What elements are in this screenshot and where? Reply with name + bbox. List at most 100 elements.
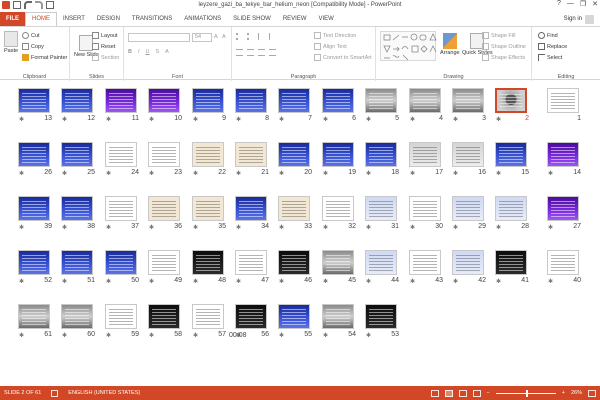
transition-star-icon[interactable]: ✱ bbox=[62, 332, 67, 339]
transition-star-icon[interactable]: ✱ bbox=[548, 278, 553, 285]
slide-thumbnail[interactable] bbox=[18, 196, 50, 221]
slide-thumbnail[interactable] bbox=[61, 196, 93, 221]
font-name-input[interactable] bbox=[128, 33, 190, 42]
slide-thumbnail[interactable] bbox=[192, 196, 224, 221]
shape-effects-button[interactable]: Shape Effects bbox=[482, 54, 525, 61]
transition-star-icon[interactable]: ✱ bbox=[279, 278, 284, 285]
slide-thumbnail[interactable] bbox=[18, 88, 50, 113]
normal-view-icon[interactable] bbox=[430, 389, 439, 397]
convert-smartart-button[interactable]: Convert to SmartArt bbox=[314, 54, 372, 61]
transition-star-icon[interactable]: ✱ bbox=[106, 332, 111, 339]
slide-thumbnail[interactable] bbox=[192, 250, 224, 275]
slide-thumbnail[interactable] bbox=[547, 250, 579, 275]
slide-thumbnail[interactable] bbox=[148, 250, 180, 275]
transition-star-icon[interactable]: ✱ bbox=[193, 116, 198, 123]
transition-star-icon[interactable]: ✱ bbox=[279, 170, 284, 177]
transition-star-icon[interactable]: ✱ bbox=[496, 116, 501, 123]
zoom-out-button[interactable]: − bbox=[487, 390, 490, 396]
slide-thumbnail[interactable] bbox=[105, 196, 137, 221]
transition-star-icon[interactable]: ✱ bbox=[410, 278, 415, 285]
slide-thumbnail[interactable] bbox=[235, 196, 267, 221]
slide-thumbnail[interactable] bbox=[322, 88, 354, 113]
transition-star-icon[interactable]: ✱ bbox=[19, 224, 24, 231]
transition-star-icon[interactable]: ✱ bbox=[236, 170, 241, 177]
slide-thumbnail[interactable] bbox=[235, 88, 267, 113]
help-button[interactable]: ? bbox=[557, 0, 561, 8]
bold-button[interactable]: B bbox=[128, 49, 132, 55]
slide-thumbnail[interactable] bbox=[322, 250, 354, 275]
strikethrough-button[interactable]: S bbox=[156, 49, 160, 55]
transition-star-icon[interactable]: ✱ bbox=[548, 224, 553, 231]
shape-fill-button[interactable]: Shape Fill bbox=[482, 32, 515, 39]
transition-star-icon[interactable]: ✱ bbox=[193, 224, 198, 231]
slide-thumbnail[interactable] bbox=[61, 304, 93, 329]
shapes-gallery[interactable] bbox=[380, 31, 437, 61]
slide-thumbnail[interactable] bbox=[148, 304, 180, 329]
transition-star-icon[interactable]: ✱ bbox=[62, 224, 67, 231]
slide-sorter-view-icon[interactable] bbox=[444, 389, 453, 397]
slide-thumbnail[interactable] bbox=[495, 142, 527, 167]
underline-button[interactable]: U bbox=[146, 49, 150, 55]
transition-star-icon[interactable]: ✱ bbox=[453, 224, 458, 231]
transition-star-icon[interactable]: ✱ bbox=[453, 278, 458, 285]
slide-thumbnail[interactable] bbox=[192, 88, 224, 113]
tab-file[interactable]: FILE bbox=[0, 12, 25, 26]
slide-thumbnail[interactable] bbox=[409, 250, 441, 275]
slide-thumbnail[interactable] bbox=[452, 250, 484, 275]
transition-star-icon[interactable]: ✱ bbox=[323, 170, 328, 177]
slide-thumbnail[interactable] bbox=[547, 196, 579, 221]
transition-star-icon[interactable]: ✱ bbox=[410, 116, 415, 123]
transition-star-icon[interactable]: ✱ bbox=[548, 170, 553, 177]
zoom-level[interactable]: 26% bbox=[571, 390, 582, 396]
decrease-indent-icon[interactable] bbox=[258, 33, 265, 40]
slide-thumbnail[interactable] bbox=[322, 142, 354, 167]
find-button[interactable]: Find bbox=[538, 32, 558, 39]
transition-star-icon[interactable]: ✱ bbox=[496, 170, 501, 177]
font-color-button[interactable]: A bbox=[165, 49, 169, 55]
slide-thumbnail[interactable] bbox=[192, 304, 224, 329]
transition-star-icon[interactable]: ✱ bbox=[62, 116, 67, 123]
slide-thumbnail[interactable] bbox=[278, 304, 310, 329]
slide-thumbnail[interactable] bbox=[105, 88, 137, 113]
slide-thumbnail[interactable] bbox=[235, 304, 267, 329]
slide-thumbnail[interactable] bbox=[148, 142, 180, 167]
slide-thumbnail[interactable] bbox=[235, 142, 267, 167]
language-indicator[interactable]: ENGLISH (UNITED STATES) bbox=[68, 390, 140, 396]
tab-design[interactable]: DESIGN bbox=[91, 12, 126, 26]
justify-icon[interactable] bbox=[269, 49, 276, 56]
minimize-button[interactable]: — bbox=[567, 0, 574, 8]
section-button[interactable]: Section bbox=[92, 54, 119, 61]
transition-star-icon[interactable]: ✱ bbox=[149, 332, 154, 339]
transition-star-icon[interactable]: ✱ bbox=[193, 278, 198, 285]
shrink-font-button[interactable]: A bbox=[222, 34, 226, 40]
align-text-button[interactable]: Align Text bbox=[314, 43, 347, 50]
tab-animations[interactable]: ANIMATIONS bbox=[178, 12, 227, 26]
slide-thumbnail[interactable] bbox=[365, 88, 397, 113]
transition-star-icon[interactable]: ✱ bbox=[193, 170, 198, 177]
reading-view-icon[interactable] bbox=[458, 389, 467, 397]
transition-star-icon[interactable]: ✱ bbox=[193, 332, 198, 339]
transition-star-icon[interactable]: ✱ bbox=[453, 116, 458, 123]
tab-slide-show[interactable]: SLIDE SHOW bbox=[227, 12, 277, 26]
transition-star-icon[interactable]: ✱ bbox=[106, 278, 111, 285]
slide-thumbnail[interactable] bbox=[235, 250, 267, 275]
text-direction-button[interactable]: Text Direction bbox=[314, 32, 356, 39]
zoom-slider-thumb[interactable] bbox=[525, 389, 528, 397]
slide-thumbnail[interactable] bbox=[495, 250, 527, 275]
slide-thumbnail[interactable] bbox=[322, 196, 354, 221]
transition-star-icon[interactable]: ✱ bbox=[62, 278, 67, 285]
slide-thumbnail[interactable] bbox=[278, 142, 310, 167]
tab-home[interactable]: HOME bbox=[25, 12, 57, 26]
numbering-icon[interactable] bbox=[247, 33, 254, 40]
close-button[interactable]: ✕ bbox=[592, 0, 598, 8]
slide-thumbnail[interactable] bbox=[278, 250, 310, 275]
transition-star-icon[interactable]: ✱ bbox=[323, 116, 328, 123]
transition-star-icon[interactable]: ✱ bbox=[19, 332, 24, 339]
cut-button[interactable]: Cut bbox=[22, 32, 40, 39]
increase-indent-icon[interactable] bbox=[269, 33, 276, 40]
slide-thumbnail[interactable] bbox=[452, 88, 484, 113]
transition-star-icon[interactable]: ✱ bbox=[149, 116, 154, 123]
transition-star-icon[interactable]: ✱ bbox=[236, 224, 241, 231]
slide-thumbnail[interactable] bbox=[148, 88, 180, 113]
slide-thumbnail[interactable] bbox=[365, 304, 397, 329]
